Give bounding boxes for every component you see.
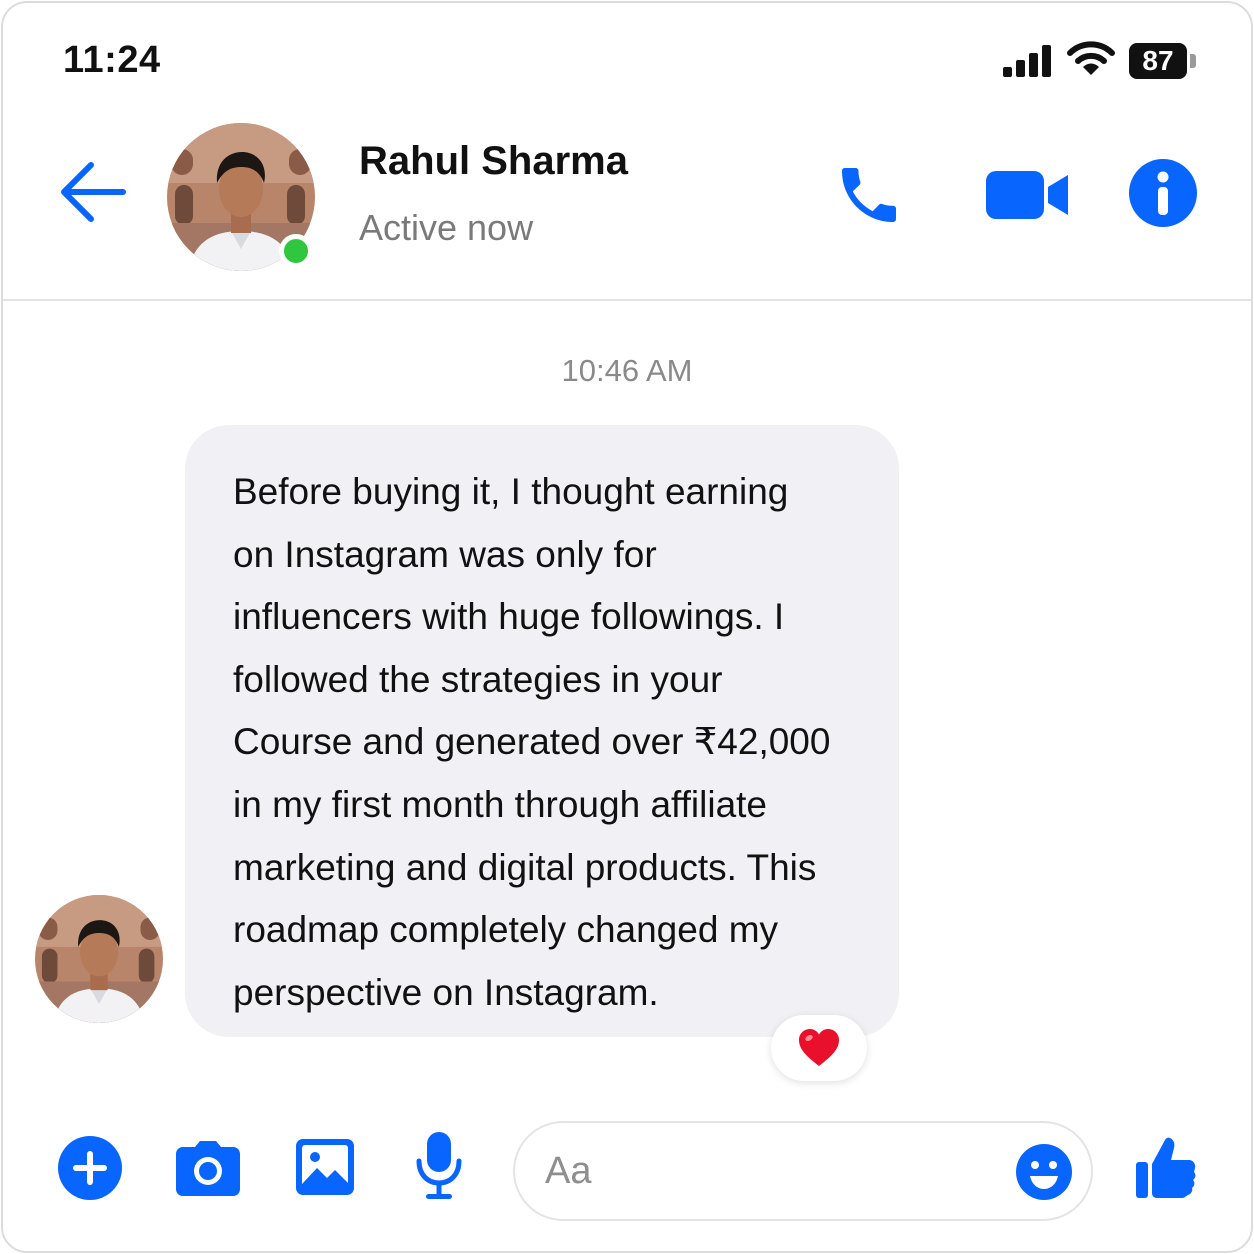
message-timestamp: 10:46 AM (561, 353, 693, 388)
more-actions-button[interactable] (57, 1135, 123, 1201)
camera-icon (176, 1141, 240, 1196)
heart-icon (799, 1029, 839, 1066)
camera-button[interactable] (173, 1137, 243, 1199)
conversation-info-button[interactable] (1127, 157, 1199, 229)
microphone-icon (416, 1132, 462, 1199)
message-line: Before buying it, I thought earning (233, 471, 789, 512)
incoming-message-bubble[interactable]: Before buying it, I thought earning on I… (185, 425, 899, 1037)
wifi-icon (1067, 41, 1115, 75)
contact-name[interactable]: Rahul Sharma (359, 139, 628, 184)
message-line: influencers with huge followings. I (233, 596, 785, 638)
back-button[interactable] (55, 155, 129, 229)
online-status-dot (279, 234, 313, 268)
voice-message-button[interactable] (411, 1131, 467, 1201)
messenger-chat-screen: 11:24 87 Rahul Sharma Active now 10:46 A… (1, 1, 1253, 1253)
battery-cap (1190, 54, 1196, 68)
emoji-icon (1016, 1144, 1072, 1200)
chat-header: Rahul Sharma Active now (3, 113, 1251, 301)
info-icon (1129, 159, 1197, 227)
status-bar: 11:24 87 (3, 3, 1251, 113)
emoji-button[interactable] (1013, 1141, 1075, 1203)
gallery-button[interactable] (293, 1137, 357, 1197)
message-line: on Instagram was only for (233, 533, 657, 575)
message-line: followed the strategies in your (233, 658, 723, 700)
audio-call-button[interactable] (831, 157, 907, 233)
message-reaction[interactable] (771, 1015, 867, 1081)
plus-circle-icon (58, 1136, 122, 1200)
message-input[interactable] (513, 1121, 1093, 1221)
sender-avatar[interactable] (35, 895, 163, 1023)
video-call-button[interactable] (985, 163, 1071, 227)
message-line: Course and generated over ₹42,000 (233, 721, 831, 763)
battery-indicator: 87 (1129, 43, 1187, 79)
cellular-signal-icon (1003, 45, 1051, 77)
message-line: perspective on Instagram. (233, 971, 659, 1013)
avatar-photo (35, 895, 163, 1023)
phone-icon (842, 168, 896, 222)
like-button[interactable] (1133, 1133, 1199, 1203)
message-line: marketing and digital products. This (233, 846, 817, 888)
thumbs-up-icon (1136, 1137, 1196, 1198)
message-line: in my first month through affiliate (233, 783, 768, 825)
message-line: roadmap completely changed my (233, 909, 779, 951)
arrow-left-icon (61, 162, 126, 222)
status-time: 11:24 (63, 39, 161, 81)
video-camera-icon (986, 171, 1068, 219)
image-gallery-icon (296, 1139, 354, 1195)
message-text: Before buying it, I thought earning on I… (233, 461, 859, 1024)
contact-status: Active now (359, 207, 534, 248)
